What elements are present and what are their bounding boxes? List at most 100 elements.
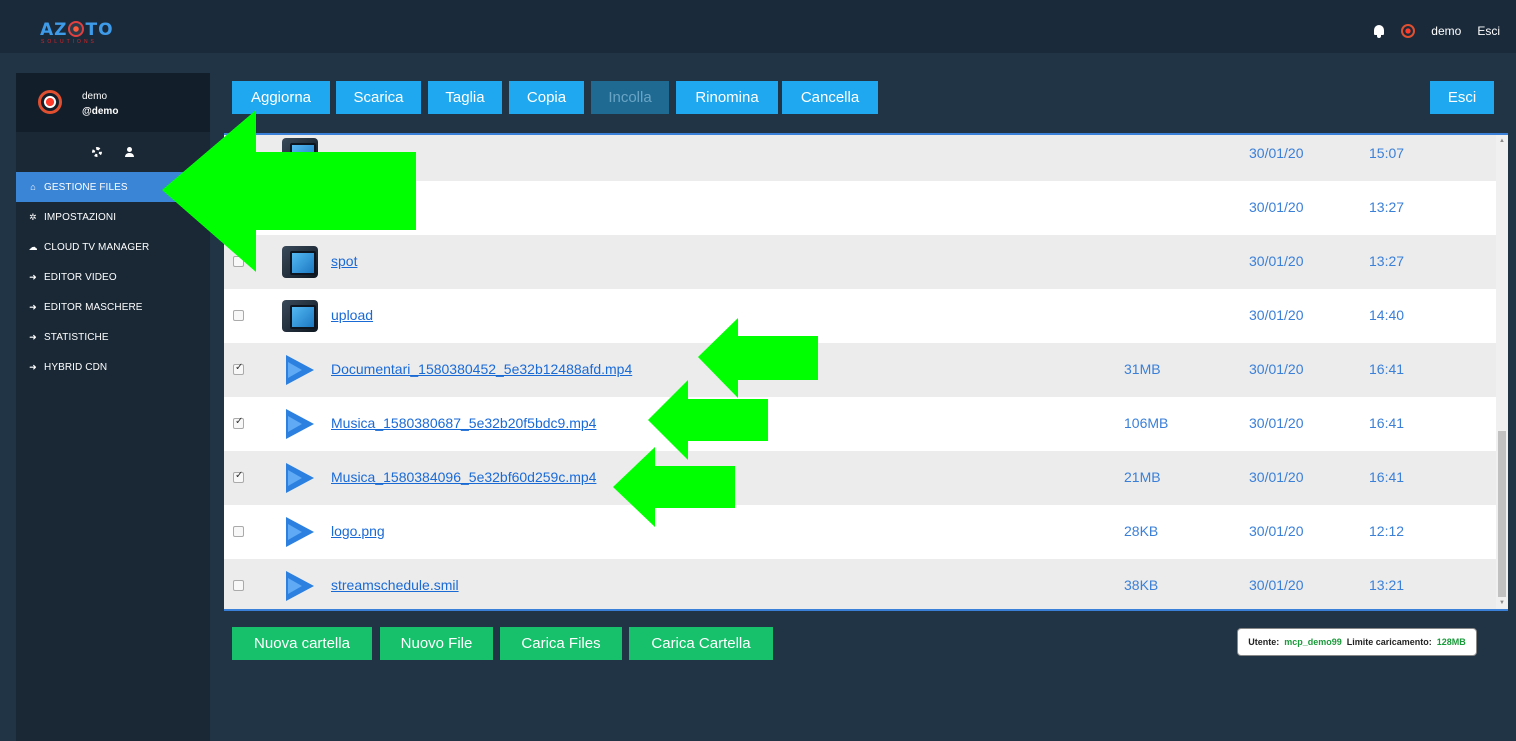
user-icon[interactable] [124,147,134,157]
table-row[interactable]: logo.png 28KB 30/01/20 12:12 [224,505,1496,559]
sidebar-item-label: EDITOR VIDEO [44,271,117,283]
table-row[interactable]: Musica_1580384096_5e32bf60d259c.mp4 21MB… [224,451,1496,505]
file-name-link[interactable]: Musica_1580380687_5e32b20f5bdc9.mp4 [331,415,596,431]
file-time: 15:07 [1369,145,1405,161]
copy-button[interactable]: Copia [509,81,584,114]
file-date: 30/01/20 [1249,469,1304,485]
avatar[interactable] [1401,24,1416,38]
bell-icon[interactable] [1373,24,1385,38]
logo-text: AZ [40,20,68,40]
new-folder-button[interactable]: Nuova cartella [232,627,372,660]
exit-button[interactable]: Esci [1430,81,1494,114]
sidebar-item-hybrid-cdn[interactable]: ➜ HYBRID CDN [16,352,210,382]
sidebar-item-label: CLOUD TV MANAGER [44,241,150,253]
play-file-icon [286,409,314,439]
file-date: 30/01/20 [1249,415,1304,431]
table-row[interactable]: streamschedule.smil 38KB 30/01/20 13:21 [224,559,1496,609]
file-date: 30/01/20 [1249,145,1304,161]
sidebar-user-name: demo [82,91,108,102]
sidebar-item-editor-video[interactable]: ➜ EDITOR VIDEO [16,262,210,292]
play-file-icon [286,355,314,385]
sidebar-item-editor-maschere[interactable]: ➜ EDITOR MASCHERE [16,292,210,322]
scroll-up-icon[interactable]: ▲ [1499,138,1505,144]
gear-icon: ✲ [29,211,37,222]
logo-text-2: TO [85,20,114,40]
table-row[interactable]: 30/01/20 15:07 [224,135,1496,181]
file-size: 38KB [1124,577,1159,593]
table-row[interactable]: 30/01/20 13:27 [224,181,1496,235]
sidebar-item-gestione-files[interactable]: ⌂ GESTIONE FILES [16,172,210,202]
scroll-down-icon[interactable]: ▼ [1499,600,1505,606]
logo-circle-icon [68,21,85,37]
file-name-link[interactable]: streamschedule.smil [331,577,459,593]
top-user-name[interactable]: demo [1431,24,1461,38]
file-time: 16:41 [1369,469,1405,485]
refresh-button[interactable]: Aggiorna [232,81,330,114]
sidebar-item-label: STATISTICHE [44,331,109,343]
sidebar-item-impostazioni[interactable]: ✲ IMPOSTAZIONI [16,202,210,232]
cloud-icon: ☁ [28,241,38,252]
row-checkbox[interactable] [233,310,244,321]
file-time: 13:27 [1369,199,1405,215]
sidebar-item-statistiche[interactable]: ➜ STATISTICHE [16,322,210,352]
arrow-right-icon: ➜ [29,331,37,342]
play-file-icon [286,463,314,493]
folder-icon [282,192,318,224]
file-size: 28KB [1124,523,1159,539]
arrow-right-icon: ➜ [29,301,37,312]
file-size: 21MB [1124,469,1161,485]
upload-files-button[interactable]: Carica Files [500,627,622,660]
row-checkbox[interactable] [233,256,244,267]
folder-icon [282,246,318,278]
cut-button[interactable]: Taglia [428,81,502,114]
top-logout-link[interactable]: Esci [1477,24,1500,38]
file-date: 30/01/20 [1249,523,1304,539]
logo-subtitle: SOLUTIONS [41,39,97,45]
table-row[interactable]: Musica_1580380687_5e32b20f5bdc9.mp4 106M… [224,397,1496,451]
file-date: 30/01/20 [1249,253,1304,269]
info-limit-value: 128MB [1436,637,1466,647]
file-name-link[interactable]: logo.png [331,523,385,539]
file-time: 14:40 [1369,307,1405,323]
file-size: 106MB [1124,415,1169,431]
file-size: 31MB [1124,361,1161,377]
file-list: 30/01/20 15:07 30/01/20 13:27 spot 30/01… [224,133,1508,611]
row-checkbox[interactable] [233,470,244,483]
folder-icon [282,300,318,332]
file-time: 13:27 [1369,253,1405,269]
file-date: 30/01/20 [1249,307,1304,323]
file-name-link[interactable]: Documentari_1580380452_5e32b12488afd.mp4 [331,361,632,377]
play-file-icon [286,571,314,601]
paste-button[interactable]: Incolla [591,81,669,114]
vertical-scrollbar[interactable]: ▲ ▼ [1496,135,1508,609]
upload-info-box: Utente: mcp_demo99 Limite caricamento: 1… [1237,628,1477,656]
row-checkbox[interactable] [233,580,244,591]
sidebar-user-handle: @demo [82,106,119,117]
row-checkbox[interactable] [233,526,244,537]
file-name-link[interactable]: Musica_1580384096_5e32bf60d259c.mp4 [331,469,596,485]
sidebar-item-cloud-tv-manager[interactable]: ☁ CLOUD TV MANAGER [16,232,210,262]
new-file-button[interactable]: Nuovo File [380,627,493,660]
row-checkbox[interactable] [233,362,244,375]
upload-folder-button[interactable]: Carica Cartella [629,627,773,660]
download-button[interactable]: Scarica [336,81,421,114]
file-name-link[interactable]: upload [331,307,373,323]
delete-button[interactable]: Cancella [782,81,878,114]
table-row[interactable]: upload 30/01/20 14:40 [224,289,1496,343]
row-checkbox[interactable] [233,202,244,213]
sidebar-item-label: HYBRID CDN [44,361,108,373]
user-avatar-icon [38,90,62,114]
info-user-label: Utente: [1248,637,1280,647]
row-checkbox[interactable] [233,416,244,429]
table-row[interactable]: spot 30/01/20 13:27 [224,235,1496,289]
table-row[interactable]: Documentari_1580380452_5e32b12488afd.mp4… [224,343,1496,397]
gear-icon[interactable] [92,147,102,157]
top-bar: AZ TO SOLUTIONS demo Esci [0,0,1516,53]
scroll-thumb[interactable] [1498,431,1506,597]
row-checkbox[interactable] [233,148,244,159]
file-date: 30/01/20 [1249,577,1304,593]
folder-icon [282,138,318,170]
file-name-link[interactable]: spot [331,253,357,269]
rename-button[interactable]: Rinomina [676,81,778,114]
file-time: 13:21 [1369,577,1405,593]
